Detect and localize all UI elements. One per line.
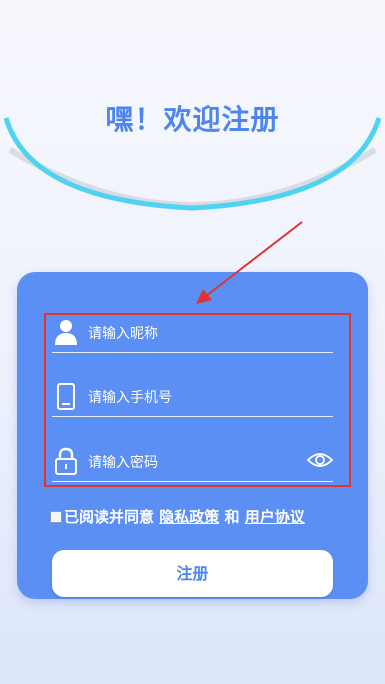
agreement-prefix: 已阅读并同意 (64, 508, 155, 526)
agreement-row: 已阅读并同意 隐私政策 和 用户协议 (50, 506, 350, 528)
annotation-box (44, 313, 351, 487)
terms-link[interactable]: 用户协议 (245, 508, 305, 526)
agreement-conjunction: 和 (224, 508, 240, 526)
privacy-policy-link[interactable]: 隐私政策 (159, 508, 219, 526)
register-button[interactable]: 注册 (52, 550, 333, 597)
agreement-checkbox[interactable] (50, 511, 62, 523)
page-title: 嘿！欢迎注册 (105, 103, 280, 136)
